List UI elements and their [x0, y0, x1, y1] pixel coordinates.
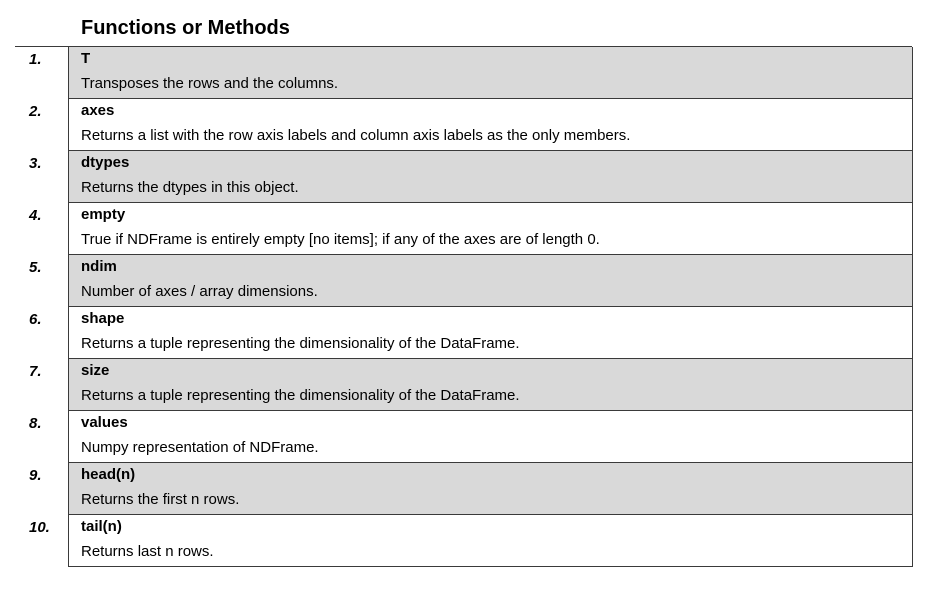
- table-heading: Functions or Methods: [81, 17, 290, 39]
- method-description: Transposes the rows and the columns.: [81, 75, 339, 92]
- method-name: axes: [81, 102, 115, 119]
- method-name: empty: [81, 206, 126, 223]
- method-name: dtypes: [81, 154, 130, 171]
- row-cell: empty True if NDFrame is entirely empty …: [68, 203, 913, 255]
- method-description: Returns the first n rows.: [81, 491, 240, 508]
- method-description: Returns the dtypes in this object.: [81, 179, 299, 196]
- row-cell: values Numpy representation of NDFrame.: [68, 411, 913, 463]
- table-row: 1. T Transposes the rows and the columns…: [15, 47, 913, 99]
- row-cell: head(n) Returns the first n rows.: [68, 463, 913, 515]
- method-description: Numpy representation of NDFrame.: [81, 439, 319, 456]
- method-description: True if NDFrame is entirely empty [no it…: [81, 231, 600, 248]
- row-cell: dtypes Returns the dtypes in this object…: [68, 151, 913, 203]
- row-cell: size Returns a tuple representing the di…: [68, 359, 913, 411]
- row-number: 3.: [29, 155, 42, 172]
- method-name: T: [81, 50, 91, 67]
- table-row: 5. ndim Number of axes / array dimension…: [15, 255, 913, 307]
- table-row: 4. empty True if NDFrame is entirely emp…: [15, 203, 913, 255]
- method-name: ndim: [81, 258, 117, 275]
- table-row: 6. shape Returns a tuple representing th…: [15, 307, 913, 359]
- method-name: tail(n): [81, 518, 122, 535]
- table-row: 3. dtypes Returns the dtypes in this obj…: [15, 151, 913, 203]
- method-name: size: [81, 362, 110, 379]
- row-cell: axes Returns a list with the row axis la…: [68, 99, 913, 151]
- row-cell: tail(n) Returns last n rows.: [68, 515, 913, 567]
- row-number: 5.: [29, 259, 42, 276]
- row-number: 2.: [29, 103, 42, 120]
- row-cell: T Transposes the rows and the columns.: [68, 47, 913, 99]
- method-name: head(n): [81, 466, 136, 483]
- row-number: 1.: [29, 51, 42, 68]
- row-number: 8.: [29, 415, 42, 432]
- table-row: 7. size Returns a tuple representing the…: [15, 359, 913, 411]
- table-row: 8. values Numpy representation of NDFram…: [15, 411, 913, 463]
- method-name: shape: [81, 310, 125, 327]
- method-description: Returns a tuple representing the dimensi…: [81, 387, 520, 404]
- table-row: 9. head(n) Returns the first n rows.: [15, 463, 913, 515]
- table-row: 10. tail(n) Returns last n rows.: [15, 515, 913, 567]
- row-number: 7.: [29, 363, 42, 380]
- table-row: 2. axes Returns a list with the row axis…: [15, 99, 913, 151]
- method-name: values: [81, 414, 128, 431]
- method-description: Number of axes / array dimensions.: [81, 283, 318, 300]
- row-number: 10.: [29, 519, 50, 536]
- row-number: 4.: [29, 207, 42, 224]
- method-description: Returns last n rows.: [81, 543, 214, 560]
- row-number: 6.: [29, 311, 42, 328]
- row-cell: ndim Number of axes / array dimensions.: [68, 255, 913, 307]
- row-cell: shape Returns a tuple representing the d…: [68, 307, 913, 359]
- row-number: 9.: [29, 467, 42, 484]
- method-description: Returns a tuple representing the dimensi…: [81, 335, 520, 352]
- method-description: Returns a list with the row axis labels …: [81, 127, 631, 144]
